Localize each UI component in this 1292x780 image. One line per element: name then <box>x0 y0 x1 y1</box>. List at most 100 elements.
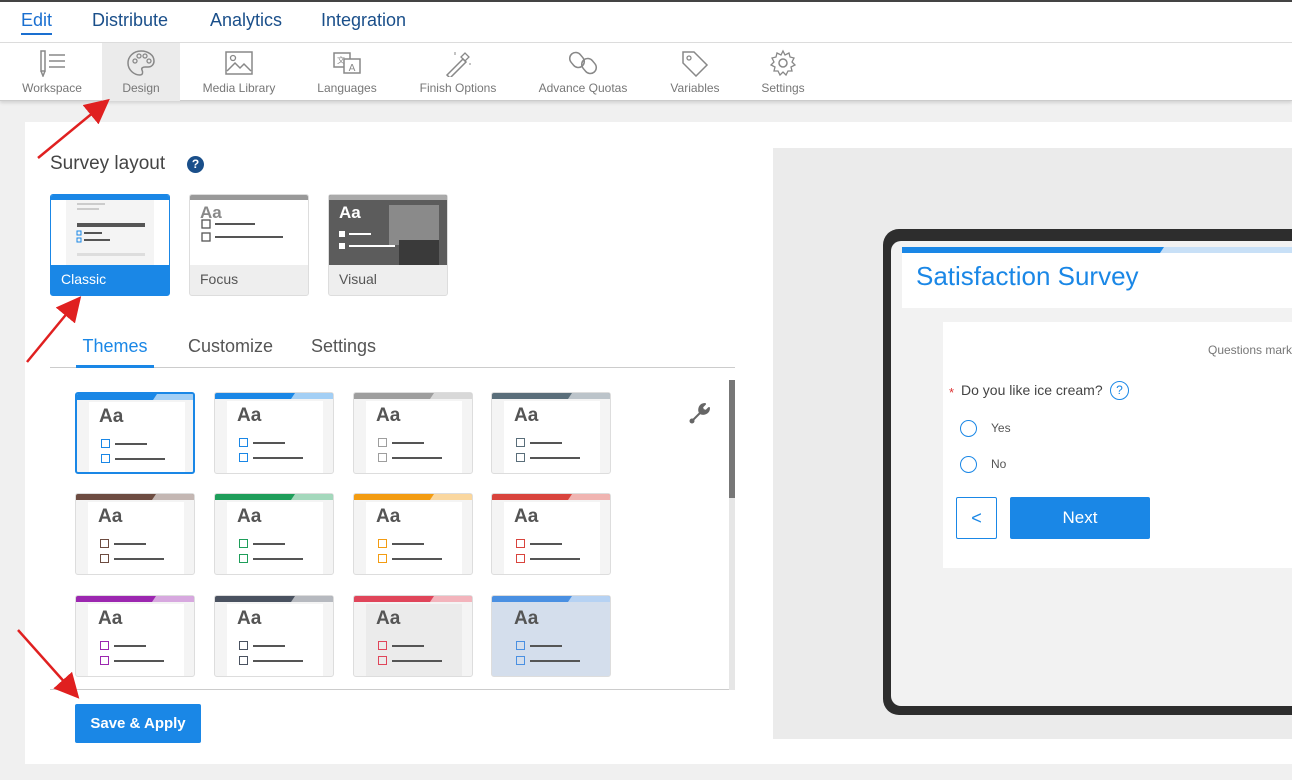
theme-sample-text: Aa <box>237 506 262 527</box>
theme-checkbox <box>239 554 248 563</box>
image-icon <box>225 51 253 75</box>
theme-card[interactable]: Aa <box>214 595 334 677</box>
theme-checkbox <box>516 554 525 563</box>
theme-card[interactable]: Aa <box>75 392 195 474</box>
theme-checkbox <box>516 656 525 665</box>
theme-card[interactable]: Aa <box>214 493 334 575</box>
question-text: Do you like ice cream? <box>961 382 1103 398</box>
themes-scroll-thumb[interactable] <box>729 380 735 498</box>
question-card: Questions mark * Do you like ice cream? … <box>943 322 1292 568</box>
tool-design-label: Design <box>122 81 160 95</box>
gear-icon <box>769 49 797 77</box>
theme-checkbox <box>378 554 387 563</box>
theme-checkbox <box>100 539 109 548</box>
tool-variables[interactable]: Variables <box>660 43 730 101</box>
theme-sample-text: Aa <box>98 608 123 629</box>
theme-line <box>392 457 442 459</box>
theme-preview: Aa <box>366 502 462 574</box>
theme-line <box>114 558 164 560</box>
tool-design[interactable]: Design <box>102 43 180 101</box>
theme-card[interactable]: Aa <box>353 595 473 677</box>
theme-line <box>392 543 424 545</box>
theme-checkbox <box>516 641 525 650</box>
theme-sample-text: Aa <box>99 406 124 427</box>
theme-sample-text: Aa <box>237 405 262 426</box>
classic-thumbnail <box>51 195 169 265</box>
theme-checkbox <box>101 454 110 463</box>
theme-line <box>530 645 562 647</box>
theme-checkbox <box>101 439 110 448</box>
menu-edit[interactable]: Edit <box>21 10 53 35</box>
option-yes-radio[interactable] <box>960 420 977 437</box>
tool-workspace-label: Workspace <box>22 81 82 95</box>
tool-settings[interactable]: Settings <box>752 43 814 101</box>
theme-line <box>530 457 580 459</box>
theme-card[interactable]: Aa <box>491 493 611 575</box>
theme-checkbox <box>516 453 525 462</box>
theme-stripe <box>77 394 193 400</box>
main-menu: Edit Distribute Analytics Integration <box>0 2 1292 43</box>
theme-line <box>253 543 285 545</box>
theme-card[interactable]: Aa <box>353 392 473 474</box>
tab-customize[interactable]: Customize <box>188 336 273 368</box>
design-tabs: Themes Customize Settings <box>50 330 735 368</box>
tab-settings[interactable]: Settings <box>311 336 376 368</box>
menu-analytics[interactable]: Analytics <box>210 10 282 31</box>
help-icon[interactable]: ? <box>187 156 204 173</box>
theme-card[interactable]: Aa <box>491 392 611 474</box>
tool-advance-quotas[interactable]: Advance Quotas <box>532 43 634 101</box>
option-no-radio[interactable] <box>960 456 977 473</box>
theme-sample-text: Aa <box>514 405 539 426</box>
theme-stripe <box>492 494 610 500</box>
theme-preview: Aa <box>227 604 323 676</box>
required-note: Questions mark <box>1208 343 1292 357</box>
layout-visual[interactable]: Aa Visual <box>328 194 448 296</box>
theme-card[interactable]: Aa <box>75 595 195 677</box>
save-apply-button[interactable]: Save & Apply <box>75 704 201 743</box>
theme-line <box>392 442 424 444</box>
tab-themes[interactable]: Themes <box>76 336 154 368</box>
magic-wand-icon <box>445 52 471 77</box>
theme-sample-text: Aa <box>98 506 123 527</box>
survey-header-stripe <box>902 247 1292 253</box>
layout-focus[interactable]: Aa Focus <box>189 194 309 296</box>
svg-text:A: A <box>349 63 356 74</box>
theme-stripe <box>76 494 194 500</box>
tool-workspace[interactable]: Workspace <box>14 43 90 101</box>
layout-visual-label: Visual <box>339 271 377 287</box>
theme-checkbox <box>378 539 387 548</box>
theme-line <box>392 645 424 647</box>
theme-card[interactable]: Aa <box>75 493 195 575</box>
theme-sample-text: Aa <box>514 506 539 527</box>
theme-card[interactable]: Aa <box>491 595 611 677</box>
menu-distribute[interactable]: Distribute <box>92 10 168 31</box>
classic-preview-graphic <box>51 195 169 265</box>
theme-checkbox <box>378 453 387 462</box>
theme-line <box>114 660 164 662</box>
tool-finish-options-label: Finish Options <box>419 81 497 95</box>
theme-checkbox <box>239 453 248 462</box>
theme-line <box>530 543 562 545</box>
theme-checkbox <box>239 539 248 548</box>
wrench-icon[interactable] <box>687 400 713 426</box>
theme-card[interactable]: Aa <box>353 493 473 575</box>
tool-languages[interactable]: A文 Languages <box>309 43 385 101</box>
theme-checkbox <box>516 438 525 447</box>
layout-classic[interactable]: Classic <box>50 194 170 296</box>
menu-integration[interactable]: Integration <box>321 10 406 31</box>
next-button[interactable]: Next <box>1010 497 1150 539</box>
theme-checkbox <box>239 656 248 665</box>
palette-icon <box>127 50 155 76</box>
survey-title: Satisfaction Survey <box>916 261 1139 291</box>
required-asterisk: * <box>949 385 955 400</box>
tool-media-library[interactable]: Media Library <box>194 43 284 101</box>
question-help-icon[interactable]: ? <box>1110 381 1129 400</box>
tool-finish-options[interactable]: Finish Options <box>410 43 506 101</box>
workspace-icon <box>40 50 65 77</box>
theme-preview: Aa <box>366 604 462 676</box>
theme-sample-text: Aa <box>376 405 401 426</box>
theme-line <box>392 558 442 560</box>
theme-preview: Aa <box>227 401 323 473</box>
theme-card[interactable]: Aa <box>214 392 334 474</box>
back-button[interactable]: < <box>956 497 997 539</box>
